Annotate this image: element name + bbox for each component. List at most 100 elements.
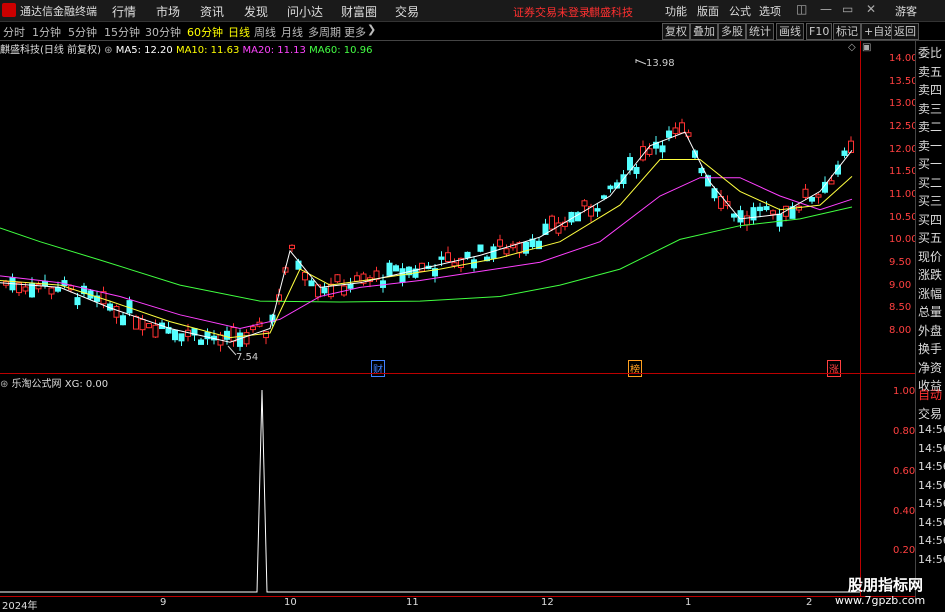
period-5min[interactable]: 5分钟 (68, 24, 97, 40)
price-tick: 12.50 (889, 121, 918, 132)
menu-item-wealth[interactable]: 财富圈 (341, 3, 377, 20)
diamond-icon[interactable]: ◇ (848, 42, 856, 53)
quote-field-label: 涨幅 (918, 286, 943, 301)
candle-body (289, 244, 295, 250)
price-chart[interactable] (0, 55, 860, 373)
restore-rights-button[interactable]: 复权 (662, 23, 690, 40)
menu-item-market[interactable]: 行情 (112, 3, 136, 20)
tick-time: 14:56 (918, 497, 945, 510)
quote-field-label: 买二 (918, 175, 943, 190)
statistics-button[interactable]: 统计 (746, 23, 774, 40)
candle-body (646, 148, 653, 155)
indicator-axis: 1.00 0.80 0.60 0.40 0.20 (860, 374, 915, 596)
candle-body (672, 127, 679, 135)
restore-icon[interactable]: ▭ (842, 2, 853, 16)
x-label: 9 (160, 597, 167, 608)
candle-body (802, 188, 809, 198)
quote-field-label: 买三 (918, 194, 943, 208)
x-label: 2024年 (2, 601, 38, 612)
max-price-label: 13.98 (646, 58, 675, 69)
x-label: 12 (541, 597, 554, 608)
candle-body (347, 283, 354, 289)
candle-body (55, 287, 61, 292)
price-tick: 12.00 (889, 144, 918, 155)
price-tick: 9.00 (889, 280, 912, 291)
indicator-tick: 0.40 (893, 506, 916, 517)
candle-body (581, 200, 588, 207)
period-30min[interactable]: 30分钟 (145, 24, 181, 40)
menu-item-discover[interactable]: 发现 (244, 3, 268, 20)
quote-field-label: 净资 (918, 360, 943, 375)
login-notice[interactable]: 证券交易未登录 (513, 4, 590, 20)
guest-label[interactable]: 游客 (895, 3, 917, 19)
candle-body (757, 206, 763, 212)
candle-body (354, 275, 360, 282)
price-tick: 8.50 (889, 302, 912, 313)
indicator-chart[interactable] (0, 374, 860, 596)
menu-item-options[interactable]: 选项 (759, 3, 781, 19)
menu-item-ask[interactable]: 问小达 (287, 3, 323, 20)
period-daily[interactable]: 日线 (228, 24, 250, 40)
tick-time: 14:56 (918, 534, 945, 547)
candle-body (243, 332, 250, 345)
min-price-label: 7.54 (236, 352, 259, 363)
overlay-button[interactable]: 叠加 (690, 23, 718, 40)
candle-body (815, 194, 822, 198)
candle-body (152, 324, 159, 338)
app-title: 通达信金融终端 (20, 5, 97, 18)
period-intraday[interactable]: 分时 (3, 24, 25, 40)
candle-body (48, 287, 55, 295)
stock-tag: 麒盛科技 (589, 6, 633, 19)
candle-body (770, 210, 776, 215)
candle-body (133, 316, 139, 330)
tick-time: 14:56 (918, 441, 945, 455)
auto-trade-label[interactable]: 交易 (918, 405, 942, 422)
menu-item-trade[interactable]: 交易 (395, 3, 419, 20)
quote-field-label: 现价 (918, 249, 943, 264)
candle-body (35, 283, 42, 290)
auto-trade-label[interactable]: 自动 (918, 386, 942, 403)
skin-icon[interactable]: ◫ (796, 2, 807, 16)
period-more[interactable]: 更多 (344, 24, 366, 40)
period-1min[interactable]: 1分钟 (32, 24, 61, 40)
menu-item-formula[interactable]: 公式 (729, 3, 751, 19)
candle-body (198, 339, 204, 345)
price-axis: 14.00 13.50 13.00 12.50 12.00 11.50 11.0… (860, 41, 918, 373)
price-tick: 10.00 (889, 234, 918, 245)
f10-button[interactable]: F10 (806, 23, 833, 40)
candle-body (737, 210, 744, 223)
menu-item-marketplace[interactable]: 市场 (156, 3, 180, 20)
mark-button[interactable]: 标记 (833, 23, 861, 40)
more-arrow-icon[interactable]: ❯ (367, 23, 376, 36)
quote-field-label: 买五 (918, 231, 943, 245)
menu-item-news[interactable]: 资讯 (200, 3, 224, 20)
period-60min[interactable]: 60分钟 (187, 24, 223, 40)
multi-stock-button[interactable]: 多股 (718, 23, 746, 40)
period-15min[interactable]: 15分钟 (104, 24, 140, 40)
candle-body (419, 262, 425, 272)
period-weekly[interactable]: 周线 (254, 24, 276, 40)
candle-body (497, 239, 503, 247)
candle-body (750, 207, 757, 221)
period-monthly[interactable]: 月线 (281, 24, 303, 40)
quote-field-label: 委比 (918, 46, 943, 60)
watermark-title: 股朋指标网 (848, 576, 924, 594)
tick-time: 14:56 (918, 515, 945, 529)
menu-item-layout[interactable]: 版面 (697, 3, 719, 19)
candle-body (679, 122, 685, 134)
close-icon[interactable]: ✕ (866, 2, 876, 16)
quote-field-label: 卖四 (918, 83, 943, 97)
back-button[interactable]: 返回 (891, 23, 919, 40)
candle-body (438, 256, 445, 260)
period-multi[interactable]: 多周期 (308, 24, 341, 40)
candle-body (809, 197, 815, 202)
candle-body (744, 215, 750, 226)
minimize-icon[interactable]: — (820, 2, 832, 16)
draw-line-button[interactable]: 画线 (776, 23, 804, 40)
candle-body (763, 206, 770, 211)
candle-body (250, 326, 256, 331)
candle-body (321, 287, 328, 294)
candle-body (594, 208, 601, 212)
menu-item-function[interactable]: 功能 (665, 3, 687, 19)
candle-body (172, 329, 178, 341)
